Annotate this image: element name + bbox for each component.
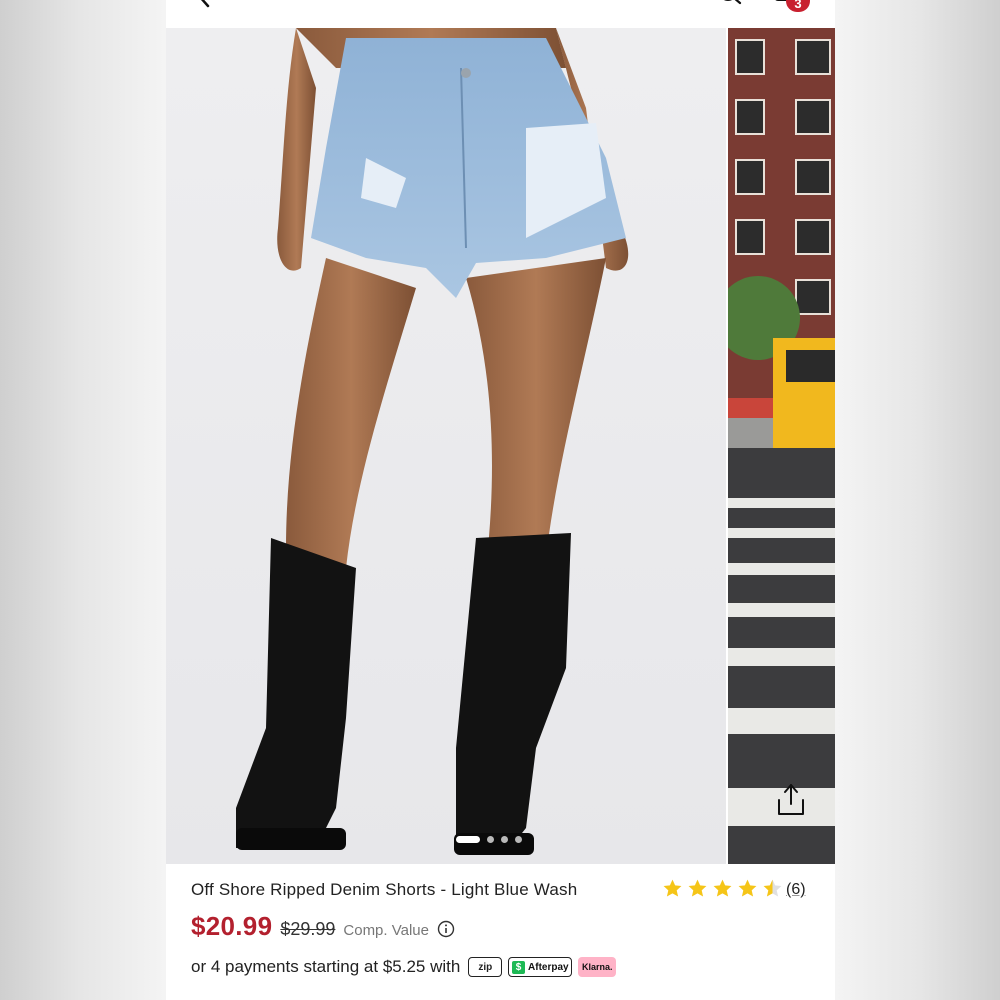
sale-price: $20.99: [191, 911, 273, 941]
product-title: Off Shore Ripped Denim Shorts - Light Bl…: [191, 880, 578, 899]
star-icon: [663, 879, 682, 897]
gallery-dot[interactable]: [487, 836, 494, 843]
comp-value-label: Comp. Value: [343, 922, 429, 939]
star-icon: [713, 879, 732, 897]
original-price: $29.99: [280, 919, 336, 939]
klarna-badge[interactable]: Klarna.: [578, 957, 617, 977]
product-image-gallery[interactable]: [166, 28, 835, 864]
afterpay-badge[interactable]: $ Afterpay: [508, 957, 573, 977]
model-illustration: [166, 28, 726, 864]
gallery-pagination[interactable]: [456, 836, 522, 843]
klarna-label: Klarna.: [582, 962, 613, 972]
afterpay-label: Afterpay: [528, 961, 569, 973]
zip-label: zip: [478, 961, 493, 973]
street-scene-illustration: [728, 28, 835, 864]
search-icon[interactable]: [718, 0, 744, 8]
top-bar: 3: [166, 0, 835, 28]
installment-text: or 4 payments starting at $5.25 with: [191, 957, 461, 976]
zip-badge[interactable]: zip: [468, 957, 503, 977]
cart-count-badge: 3: [786, 0, 810, 12]
gallery-dot[interactable]: [501, 836, 508, 843]
share-icon[interactable]: [774, 782, 808, 818]
gallery-dot-active[interactable]: [456, 836, 480, 843]
product-page: 3 Off Shore Ripped Denim Shorts - Light …: [166, 0, 835, 1000]
product-photo-next[interactable]: [728, 28, 835, 864]
back-arrow-icon[interactable]: [194, 0, 216, 8]
product-photo-main[interactable]: [166, 28, 726, 864]
star-icon: [688, 879, 707, 897]
rating-count-link[interactable]: (6): [786, 881, 806, 899]
star-icon: [738, 879, 757, 897]
gallery-dot[interactable]: [515, 836, 522, 843]
star-half-icon: [763, 879, 782, 897]
afterpay-logo-icon: $: [512, 960, 526, 974]
rating-stars[interactable]: [662, 878, 783, 899]
info-icon[interactable]: [437, 920, 455, 938]
price-row: $20.99 $29.99 Comp. Value: [191, 911, 455, 942]
installment-payments: or 4 payments starting at $5.25 with zip…: [191, 957, 617, 977]
